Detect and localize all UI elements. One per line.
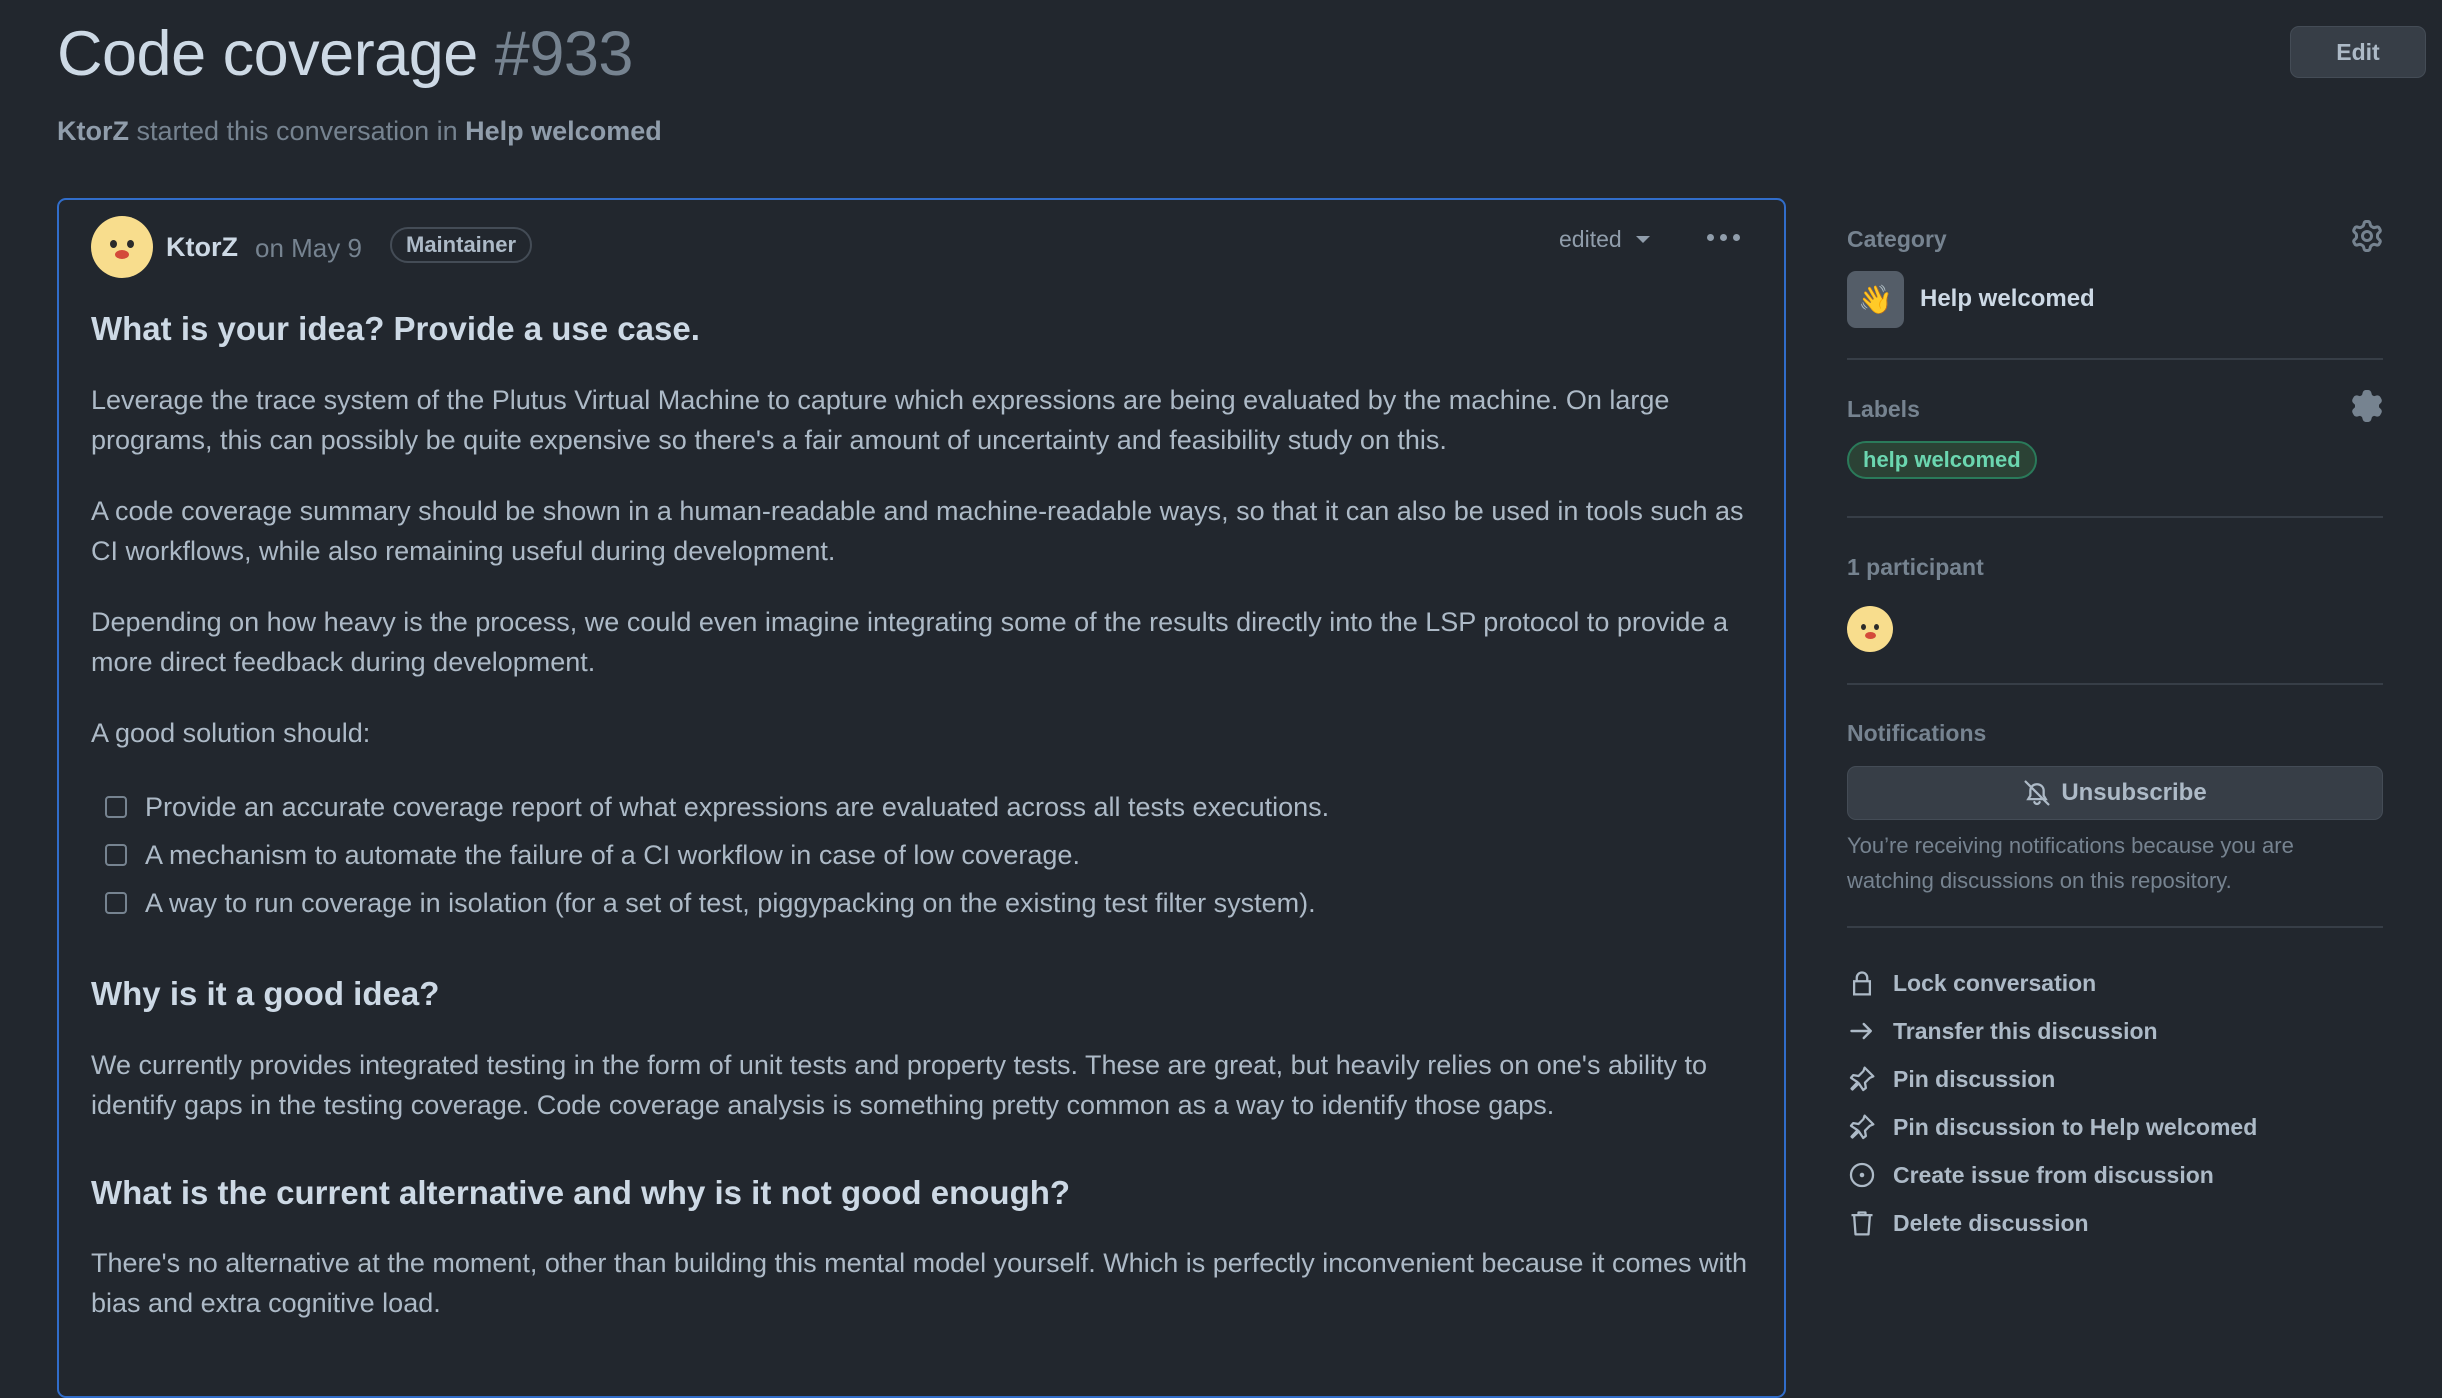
lock-icon — [1847, 968, 1877, 998]
transfer-discussion-action[interactable]: Transfer this discussion — [1847, 1011, 2158, 1051]
category-heading: Category — [1847, 226, 1947, 252]
task-list-item: A way to run coverage in isolation (for … — [105, 883, 1316, 923]
notifications-heading: Notifications — [1847, 720, 1987, 746]
task-text: Provide an accurate coverage report of w… — [145, 792, 1330, 822]
pin-to-category-action[interactable]: Pin discussion to Help welcomed — [1847, 1107, 2257, 1147]
action-label: Pin discussion to Help welcomed — [1893, 1113, 2258, 1140]
divider — [1847, 516, 2383, 518]
discussion-number: #933 — [494, 19, 634, 89]
labels-heading: Labels — [1847, 396, 1920, 422]
more-options-icon[interactable] — [1707, 234, 1740, 241]
action-label: Pin discussion — [1893, 1065, 2056, 1092]
discussion-post: KtorZ on May 9 Maintainer edited What is… — [57, 198, 1786, 1398]
gear-icon[interactable] — [2351, 220, 2383, 252]
trash-icon — [1847, 1208, 1877, 1238]
task-checkbox[interactable] — [105, 796, 127, 818]
task-list-item: Provide an accurate coverage report of w… — [105, 787, 1329, 827]
divider — [1847, 358, 2383, 360]
edit-button[interactable]: Edit — [2290, 26, 2426, 78]
task-text: A way to run coverage in isolation (for … — [145, 888, 1316, 918]
action-label: Transfer this discussion — [1893, 1017, 2158, 1044]
issue-opened-icon — [1847, 1160, 1877, 1190]
notifications-note: You’re receiving notifications because y… — [1847, 833, 2294, 893]
discussion-subtitle: KtorZ started this conversation in Help … — [57, 116, 662, 147]
paragraph: Leverage the trace system of the Plutus … — [91, 385, 1670, 455]
paragraph: We currently provides integrated testing… — [91, 1050, 1708, 1120]
action-label: Lock conversation — [1893, 969, 2097, 996]
participants-heading: 1 participant — [1847, 554, 1984, 580]
create-issue-action[interactable]: Create issue from discussion — [1847, 1155, 2214, 1195]
participant-avatar[interactable] — [1847, 606, 1893, 652]
delete-discussion-action[interactable]: Delete discussion — [1847, 1203, 2089, 1243]
lock-conversation-action[interactable]: Lock conversation — [1847, 963, 2096, 1003]
bell-slash-icon — [2024, 780, 2050, 806]
post-author-link[interactable]: KtorZ — [166, 232, 238, 263]
arrow-right-icon — [1847, 1016, 1877, 1046]
edited-label: edited — [1559, 226, 1622, 252]
unsubscribe-label: Unsubscribe — [2061, 779, 2207, 806]
heading-why: Why is it a good idea? — [91, 975, 440, 1012]
action-label: Delete discussion — [1893, 1209, 2089, 1236]
heading-idea: What is your idea? Provide a use case. — [91, 310, 700, 347]
unsubscribe-button[interactable]: Unsubscribe — [1847, 766, 2383, 820]
task-text: A mechanism to automate the failure of a… — [145, 840, 1080, 870]
chevron-down-icon — [1635, 236, 1650, 243]
discussion-title: Code coverage — [57, 19, 478, 89]
pin-discussion-action[interactable]: Pin discussion — [1847, 1059, 2055, 1099]
waving-hand-icon: 👋 — [1847, 271, 1904, 328]
task-list-item: A mechanism to automate the failure of a… — [105, 835, 1080, 875]
page-title: Code coverage #933 — [57, 18, 633, 90]
paragraph: A code coverage summary should be shown … — [91, 496, 1744, 566]
subtitle-text: started this conversation in — [128, 116, 466, 146]
divider — [1847, 683, 2383, 685]
post-date-link[interactable]: on May 9 — [255, 233, 362, 264]
edited-history-dropdown[interactable]: edited — [1559, 226, 1650, 253]
subtitle-author-link[interactable]: KtorZ — [57, 116, 129, 146]
label-help-welcomed[interactable]: help welcomed — [1847, 441, 2037, 479]
paragraph: There's no alternative at the moment, ot… — [91, 1248, 1747, 1318]
maintainer-badge: Maintainer — [390, 227, 533, 263]
avatar[interactable] — [91, 216, 153, 278]
paragraph: Depending on how heavy is the process, w… — [91, 607, 1728, 677]
gear-icon[interactable] — [2351, 390, 2383, 422]
action-label: Create issue from discussion — [1893, 1161, 2214, 1188]
paragraph: A good solution should: — [91, 718, 371, 748]
category-name-link[interactable]: Help welcomed — [1920, 285, 2095, 313]
pin-icon — [1847, 1064, 1877, 1094]
task-checkbox[interactable] — [105, 892, 127, 914]
heading-alternative: What is the current alternative and why … — [91, 1174, 1071, 1211]
subtitle-category-link[interactable]: Help welcomed — [465, 116, 662, 146]
task-checkbox[interactable] — [105, 844, 127, 866]
divider — [1847, 926, 2383, 928]
pin-icon — [1847, 1112, 1877, 1142]
